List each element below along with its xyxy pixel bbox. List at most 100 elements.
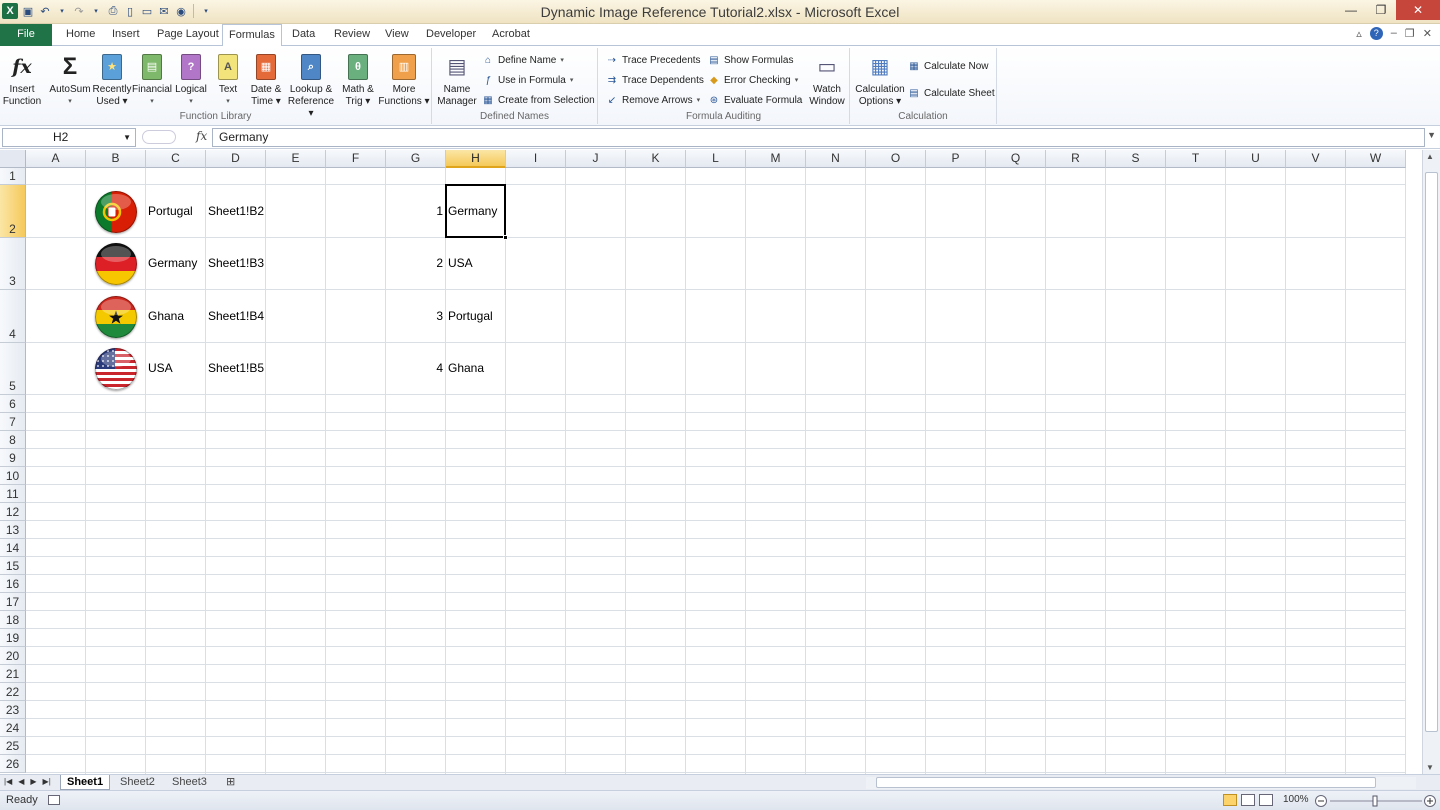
sheet-tab-sheet2[interactable]: Sheet2 — [114, 775, 161, 790]
row-header-14[interactable]: 14 — [0, 539, 26, 557]
scroll-up-icon[interactable]: ▲ — [1426, 152, 1434, 161]
calculation-options-button[interactable]: ▦ Calculation Options ▾ — [854, 52, 906, 108]
column-header-i[interactable]: I — [506, 150, 566, 168]
column-header-e[interactable]: E — [266, 150, 326, 168]
scroll-down-icon[interactable]: ▼ — [1426, 763, 1434, 772]
column-header-g[interactable]: G — [386, 150, 446, 168]
ghana-flag-icon[interactable] — [95, 295, 137, 338]
row-header-17[interactable]: 17 — [0, 593, 26, 611]
column-header-h[interactable]: H — [446, 150, 506, 168]
cell-country[interactable]: Ghana — [148, 309, 184, 323]
row-header-26[interactable]: 26 — [0, 755, 26, 773]
text-button[interactable]: A Text ▾ — [212, 52, 244, 108]
column-header-m[interactable]: M — [746, 150, 806, 168]
cell-index[interactable]: 1 — [386, 204, 443, 218]
tab-insert[interactable]: Insert — [106, 24, 146, 46]
cell-country[interactable]: Portugal — [148, 204, 193, 218]
column-header-w[interactable]: W — [1346, 150, 1406, 168]
row-header-3[interactable]: 3 — [0, 238, 26, 290]
row-header-21[interactable]: 21 — [0, 665, 26, 683]
window-restore-icon[interactable]: ❐ — [1405, 27, 1415, 40]
date-time-button[interactable]: ▦ Date & Time ▾ — [246, 52, 286, 108]
more-functions-button[interactable]: ▥ More Functions ▾ — [378, 52, 430, 108]
help-icon[interactable]: ? — [1369, 27, 1383, 40]
minimize-ribbon-icon[interactable]: ▵ — [1356, 27, 1362, 40]
column-header-c[interactable]: C — [146, 150, 206, 168]
row-header-8[interactable]: 8 — [0, 431, 26, 449]
row-header-9[interactable]: 9 — [0, 449, 26, 467]
portugal-flag-icon[interactable] — [95, 190, 137, 233]
tab-view[interactable]: View — [379, 24, 415, 46]
previous-sheet-icon[interactable]: ◀ — [18, 777, 24, 786]
row-header-2[interactable]: 2 — [0, 185, 26, 238]
cell-reference[interactable]: Sheet1!B2 — [208, 204, 264, 218]
horizontal-scrollbar[interactable] — [866, 777, 1416, 789]
remove-arrows-button[interactable]: ↙ Remove Arrows ▾ — [606, 94, 700, 106]
worksheet-grid[interactable]: A B C D E F G H I J K L M N O P Q R S T U V W 1 2 3 4 5 6 7 8 9 10 11 12 13… — [0, 150, 1422, 774]
column-header-d[interactable]: D — [206, 150, 266, 168]
cell-lookup[interactable]: Portugal — [448, 309, 493, 323]
formula-input[interactable]: Germany — [212, 128, 1425, 147]
trace-dependents-button[interactable]: ⇉ Trace Dependents — [606, 74, 704, 86]
show-formulas-button[interactable]: ▤ Show Formulas — [708, 54, 793, 66]
financial-button[interactable]: ▤ Financial ▾ — [132, 52, 172, 108]
name-manager-button[interactable]: ▤ Name Manager — [436, 52, 478, 108]
column-header-p[interactable]: P — [926, 150, 986, 168]
sheet-tab-sheet1[interactable]: Sheet1 — [60, 775, 111, 790]
column-header-u[interactable]: U — [1226, 150, 1286, 168]
row-header-1[interactable]: 1 — [0, 168, 26, 185]
row-header-4[interactable]: 4 — [0, 290, 26, 343]
column-header-v[interactable]: V — [1286, 150, 1346, 168]
select-all-corner[interactable] — [0, 150, 26, 168]
cell-lookup[interactable]: USA — [448, 256, 473, 270]
insert-sheet-icon[interactable]: ⊞ — [220, 775, 241, 790]
column-header-k[interactable]: K — [626, 150, 686, 168]
tab-developer[interactable]: Developer — [420, 24, 482, 46]
column-header-l[interactable]: L — [686, 150, 746, 168]
cell-reference[interactable]: Sheet1!B5 — [208, 361, 264, 375]
column-header-o[interactable]: O — [866, 150, 926, 168]
page-layout-view-icon[interactable] — [1241, 794, 1255, 806]
germany-flag-icon[interactable] — [95, 243, 137, 285]
row-header-7[interactable]: 7 — [0, 413, 26, 431]
cell-index[interactable]: 3 — [386, 309, 443, 323]
fill-handle[interactable] — [503, 235, 508, 240]
column-header-n[interactable]: N — [806, 150, 866, 168]
row-header-6[interactable]: 6 — [0, 395, 26, 413]
tab-data[interactable]: Data — [286, 24, 321, 46]
row-header-23[interactable]: 23 — [0, 701, 26, 719]
horizontal-scroll-thumb[interactable] — [876, 777, 1376, 788]
page-break-view-icon[interactable] — [1259, 794, 1273, 806]
vertical-scroll-thumb[interactable] — [1425, 172, 1438, 732]
name-box[interactable]: H2 ▼ — [2, 128, 136, 147]
column-header-j[interactable]: J — [566, 150, 626, 168]
logical-button[interactable]: ? Logical ▾ — [172, 52, 210, 108]
row-header-18[interactable]: 18 — [0, 611, 26, 629]
window-minimize-icon[interactable]: – — [1391, 27, 1397, 40]
zoom-level[interactable]: 100% — [1283, 794, 1309, 805]
column-header-b[interactable]: B — [86, 150, 146, 168]
cell-index[interactable]: 2 — [386, 256, 443, 270]
cell-reference[interactable]: Sheet1!B4 — [208, 309, 264, 323]
trace-precedents-button[interactable]: ⇢ Trace Precedents — [606, 54, 701, 66]
sheet-tab-sheet3[interactable]: Sheet3 — [166, 775, 213, 790]
row-header-10[interactable]: 10 — [0, 467, 26, 485]
column-header-f[interactable]: F — [326, 150, 386, 168]
row-header-5[interactable]: 5 — [0, 343, 26, 395]
cell-country[interactable]: USA — [148, 361, 173, 375]
usa-flag-icon[interactable] — [95, 348, 137, 390]
watch-window-button[interactable]: ▭ Watch Window — [806, 52, 848, 108]
tab-formulas[interactable]: Formulas — [222, 24, 282, 47]
calculate-sheet-button[interactable]: ▤ Calculate Sheet — [908, 87, 994, 99]
tab-home[interactable]: Home — [60, 24, 101, 46]
expand-formula-bar-icon[interactable]: ▼ — [1427, 130, 1436, 140]
close-button[interactable]: ✕ — [1396, 0, 1440, 20]
column-header-q[interactable]: Q — [986, 150, 1046, 168]
tab-page-layout[interactable]: Page Layout — [151, 24, 225, 46]
autosum-button[interactable]: Σ AutoSum ▾ — [48, 52, 92, 108]
evaluate-formula-button[interactable]: ⊛ Evaluate Formula — [708, 94, 803, 106]
tab-acrobat[interactable]: Acrobat — [486, 24, 536, 46]
create-from-selection-button[interactable]: ▦ Create from Selection — [482, 94, 594, 106]
next-sheet-icon[interactable]: ▶ — [30, 777, 36, 786]
row-header-16[interactable]: 16 — [0, 575, 26, 593]
